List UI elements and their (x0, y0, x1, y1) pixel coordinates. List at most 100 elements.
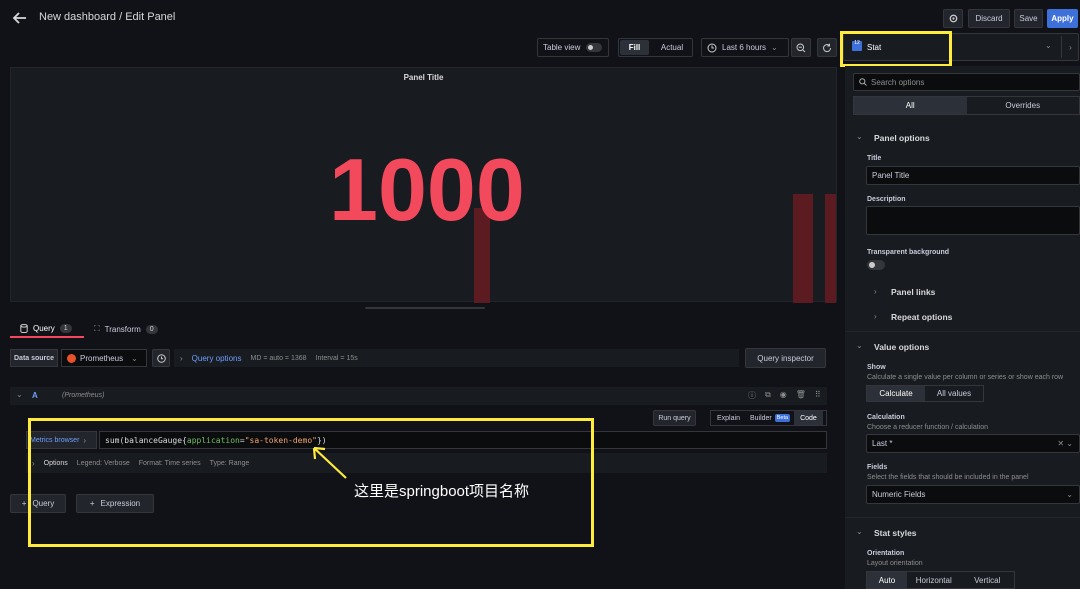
repeat-options-header[interactable]: Repeat options (891, 312, 952, 322)
toggle-switch (586, 43, 603, 52)
discard-button[interactable]: Discard (968, 9, 1010, 28)
builder-tab[interactable]: Builder Beta (746, 414, 794, 422)
tab-transform[interactable]: ⛶ Transform 0 (94, 320, 158, 338)
value-options-header[interactable]: Value options (874, 342, 929, 352)
explain-toggle[interactable]: Explain (711, 415, 746, 422)
gear-icon (949, 14, 957, 23)
stat-value: 1000 (329, 140, 525, 239)
chevron-right-icon[interactable]: › (874, 287, 877, 296)
trash-icon[interactable]: 🗑 (796, 390, 806, 401)
duplicate-icon[interactable]: ⧉ (765, 390, 771, 401)
transparent-toggle[interactable] (867, 260, 885, 270)
tab-transform-label: Transform (104, 324, 141, 334)
show-radio-group: Calculate All values (866, 385, 984, 402)
save-button[interactable]: Save (1014, 9, 1043, 28)
chevron-down-icon: ⌄ (1066, 490, 1073, 499)
search-options-input[interactable]: Search options (853, 73, 1080, 91)
builder-label: Builder (749, 414, 772, 422)
chevron-down-icon[interactable]: ⌄ (856, 527, 863, 536)
interval-info: Interval = 15s (315, 354, 358, 362)
tab-all[interactable]: All (854, 97, 967, 114)
chevron-down-icon: ⌄ (771, 43, 778, 52)
highlight-box-viz (840, 31, 952, 67)
datasource-help-button[interactable] (152, 349, 170, 367)
divider (845, 331, 1080, 332)
fill-button[interactable]: Fill (620, 40, 649, 55)
description-label: Description (867, 196, 906, 203)
orientation-auto[interactable]: Auto (867, 572, 907, 588)
query-options-bar[interactable]: › Query options MD = auto = 1368 Interva… (174, 349, 739, 367)
fields-select[interactable]: Numeric Fields ⌄ (866, 485, 1080, 504)
options-tabs: All Overrides (853, 96, 1080, 115)
calculation-select[interactable]: Last * ✕ ⌄ (866, 434, 1080, 453)
search-icon (859, 78, 867, 86)
apply-button[interactable]: Apply (1047, 9, 1078, 28)
search-placeholder: Search options (871, 77, 925, 87)
settings-button[interactable] (943, 9, 963, 28)
panel-links-header[interactable]: Panel links (891, 287, 935, 297)
fields-desc: Select the fields that should be include… (867, 474, 1029, 481)
query-inspector-button[interactable]: Query inspector (745, 348, 826, 368)
code-tab[interactable]: Code (794, 411, 823, 425)
divider (845, 517, 1080, 518)
query-row-actions: ⓘ ⧉ ◉ 🗑 ⠿ (748, 390, 821, 401)
fields-value: Numeric Fields (872, 490, 926, 499)
resize-handle[interactable] (365, 307, 485, 309)
panel-preview: Panel Title 1000 (10, 67, 837, 303)
md-info: MD = auto = 1368 (250, 354, 307, 362)
query-count-badge: 1 (59, 323, 72, 333)
beta-badge: Beta (774, 414, 791, 422)
stat-styles-header[interactable]: Stat styles (874, 528, 917, 538)
transform-count-badge: 0 (145, 324, 158, 334)
chevron-right-icon[interactable]: › (874, 312, 877, 321)
tab-query[interactable]: Query 1 (10, 320, 84, 338)
drag-handle-icon[interactable]: ⠿ (815, 390, 821, 401)
clock-icon (707, 43, 717, 52)
query-ref-id[interactable]: A (32, 391, 38, 400)
all-values-option[interactable]: All values (925, 386, 983, 401)
transform-icon: ⛶ (94, 324, 100, 333)
table-view-label: Table view (543, 43, 581, 52)
panel-title: Panel Title (403, 73, 444, 82)
tab-overrides[interactable]: Overrides (967, 97, 1080, 114)
chevron-down-icon[interactable]: ⌄ (856, 341, 863, 350)
orientation-horizontal[interactable]: Horizontal (907, 572, 961, 588)
actual-button[interactable]: Actual (653, 40, 691, 55)
annotation-arrow (312, 446, 347, 479)
refresh-button[interactable] (817, 38, 837, 57)
annotation-text: 这里是springboot项目名称 (354, 483, 530, 500)
query-options-label: Query options (191, 353, 242, 363)
calculate-option[interactable]: Calculate (867, 386, 925, 401)
chevron-right-icon: › (180, 353, 183, 363)
datasource-name: Prometheus (80, 353, 124, 363)
zoom-out-icon (796, 43, 806, 52)
orientation-radio-group: Auto Horizontal Vertical (866, 571, 1015, 589)
time-range-picker[interactable]: Last 6 hours ⌄ (701, 38, 789, 57)
back-arrow-icon[interactable] (12, 10, 28, 26)
chevron-down-icon[interactable]: ⌄ (1045, 41, 1052, 50)
chevron-down-icon[interactable]: ⌄ (16, 390, 23, 399)
description-textarea[interactable] (866, 206, 1080, 235)
datasource-picker[interactable]: Prometheus ⌄ (61, 349, 147, 367)
run-query-button[interactable]: Run query (653, 410, 696, 426)
zoom-out-button[interactable] (791, 38, 811, 57)
calculation-value: Last * (872, 439, 893, 448)
refresh-icon (823, 43, 832, 52)
editor-mode-switch: Explain Builder Beta Code (710, 410, 827, 426)
orientation-desc: Layout orientation (867, 560, 923, 567)
datasource-label: Data source (10, 349, 58, 367)
panel-options-header[interactable]: Panel options (874, 133, 930, 143)
title-input[interactable]: Panel Title (866, 166, 1080, 185)
collapse-options-button[interactable]: › (1061, 36, 1079, 58)
orientation-vertical[interactable]: Vertical (961, 572, 1015, 588)
eye-icon[interactable]: ◉ (780, 390, 787, 401)
table-view-toggle[interactable]: Table view (537, 38, 609, 57)
plus-icon: + (21, 499, 27, 508)
chevron-down-icon: ⌄ (131, 353, 138, 363)
query-row-header[interactable] (10, 387, 827, 405)
time-range-label: Last 6 hours (722, 43, 767, 52)
title-label: Title (867, 155, 882, 162)
chevron-down-icon[interactable]: ⌄ (856, 132, 863, 141)
clear-chevron-icon[interactable]: ✕ ⌄ (1057, 439, 1073, 448)
help-icon[interactable]: ⓘ (748, 390, 756, 401)
